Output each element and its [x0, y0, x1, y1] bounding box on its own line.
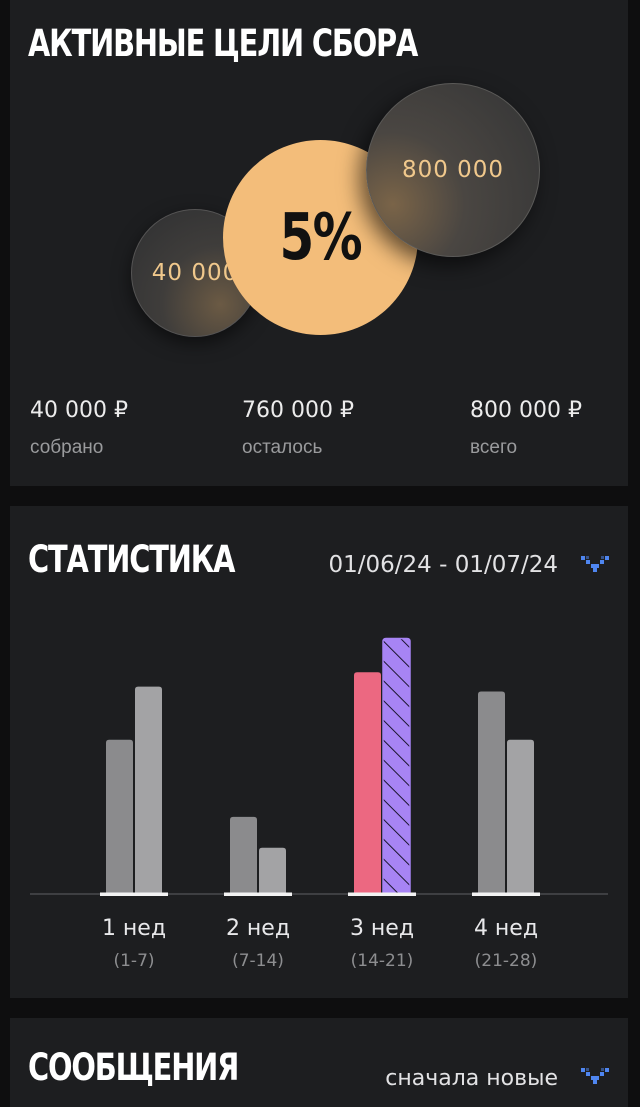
summary-total: 800 000 ₽ всего: [470, 398, 582, 459]
base-segment-week-3: [348, 892, 416, 896]
chevron-down-icon[interactable]: [580, 1066, 610, 1086]
progress-percent: 5%: [279, 200, 363, 275]
summary-collected: 40 000 ₽ собрано: [30, 398, 128, 459]
statistics-card: СТАТИСТИКА 01/06/24 - 01/07/24 1 нед (1-7…: [10, 506, 628, 998]
bar-week-1-series-1[interactable]: [106, 739, 133, 894]
week-name-3: 3 нед: [349, 916, 415, 941]
active-goals-card: АКТИВНЫЕ ЦЕЛИ СБОРА 40 000 5% 800 000 40…: [10, 0, 628, 486]
messages-card: СООБЩЕНИЯ сначала новые: [10, 1018, 628, 1107]
bar-week-2-series-2[interactable]: [259, 847, 286, 894]
base-segment-week-1: [100, 892, 168, 896]
summary-remaining-amount: 760 000 ₽: [242, 398, 354, 423]
week-range-4: (21-28): [474, 951, 538, 971]
week-label-3: 3 нед (14-21): [322, 916, 442, 971]
week-range-1: (1-7): [113, 951, 155, 971]
summary-total-amount: 800 000 ₽: [470, 398, 582, 423]
week-name-4: 4 нед: [473, 916, 539, 941]
week-label-1: 1 нед (1-7): [74, 916, 194, 971]
summary-collected-caption: собрано: [30, 437, 104, 458]
week-label-2: 2 нед (7-14): [198, 916, 318, 971]
week-range-3: (14-21): [350, 951, 414, 971]
week-range-2: (7-14): [232, 951, 284, 971]
week-name-1: 1 нед: [101, 916, 167, 941]
messages-title: СООБЩЕНИЯ: [28, 1046, 239, 1089]
week-name-2: 2 нед: [225, 916, 291, 941]
total-bubble-value: 800 000: [401, 157, 505, 183]
weekly-bar-chart: [30, 637, 608, 896]
week-label-4: 4 нед (21-28): [446, 916, 566, 971]
base-segment-week-4: [472, 892, 540, 896]
summary-total-caption: всего: [470, 437, 518, 458]
bar-week-3-series-1[interactable]: [354, 672, 381, 894]
summary-remaining: 760 000 ₽ осталось: [242, 398, 354, 459]
total-bubble: 800 000: [366, 83, 540, 257]
bar-week-4-series-2[interactable]: [507, 739, 534, 894]
summary-collected-amount: 40 000 ₽: [30, 398, 128, 423]
bar-week-1-series-2[interactable]: [135, 686, 162, 894]
goals-title: АКТИВНЫЕ ЦЕЛИ СБОРА: [28, 22, 418, 65]
summary-remaining-caption: осталось: [242, 437, 323, 458]
bar-week-2-series-1[interactable]: [230, 816, 257, 894]
sort-selector[interactable]: сначала новые: [385, 1066, 558, 1091]
collected-bubble-value: 40 000: [151, 260, 239, 286]
bar-week-3-series-2[interactable]: [382, 637, 411, 895]
base-segment-week-2: [224, 892, 292, 896]
bar-week-4-series-1[interactable]: [478, 691, 505, 895]
